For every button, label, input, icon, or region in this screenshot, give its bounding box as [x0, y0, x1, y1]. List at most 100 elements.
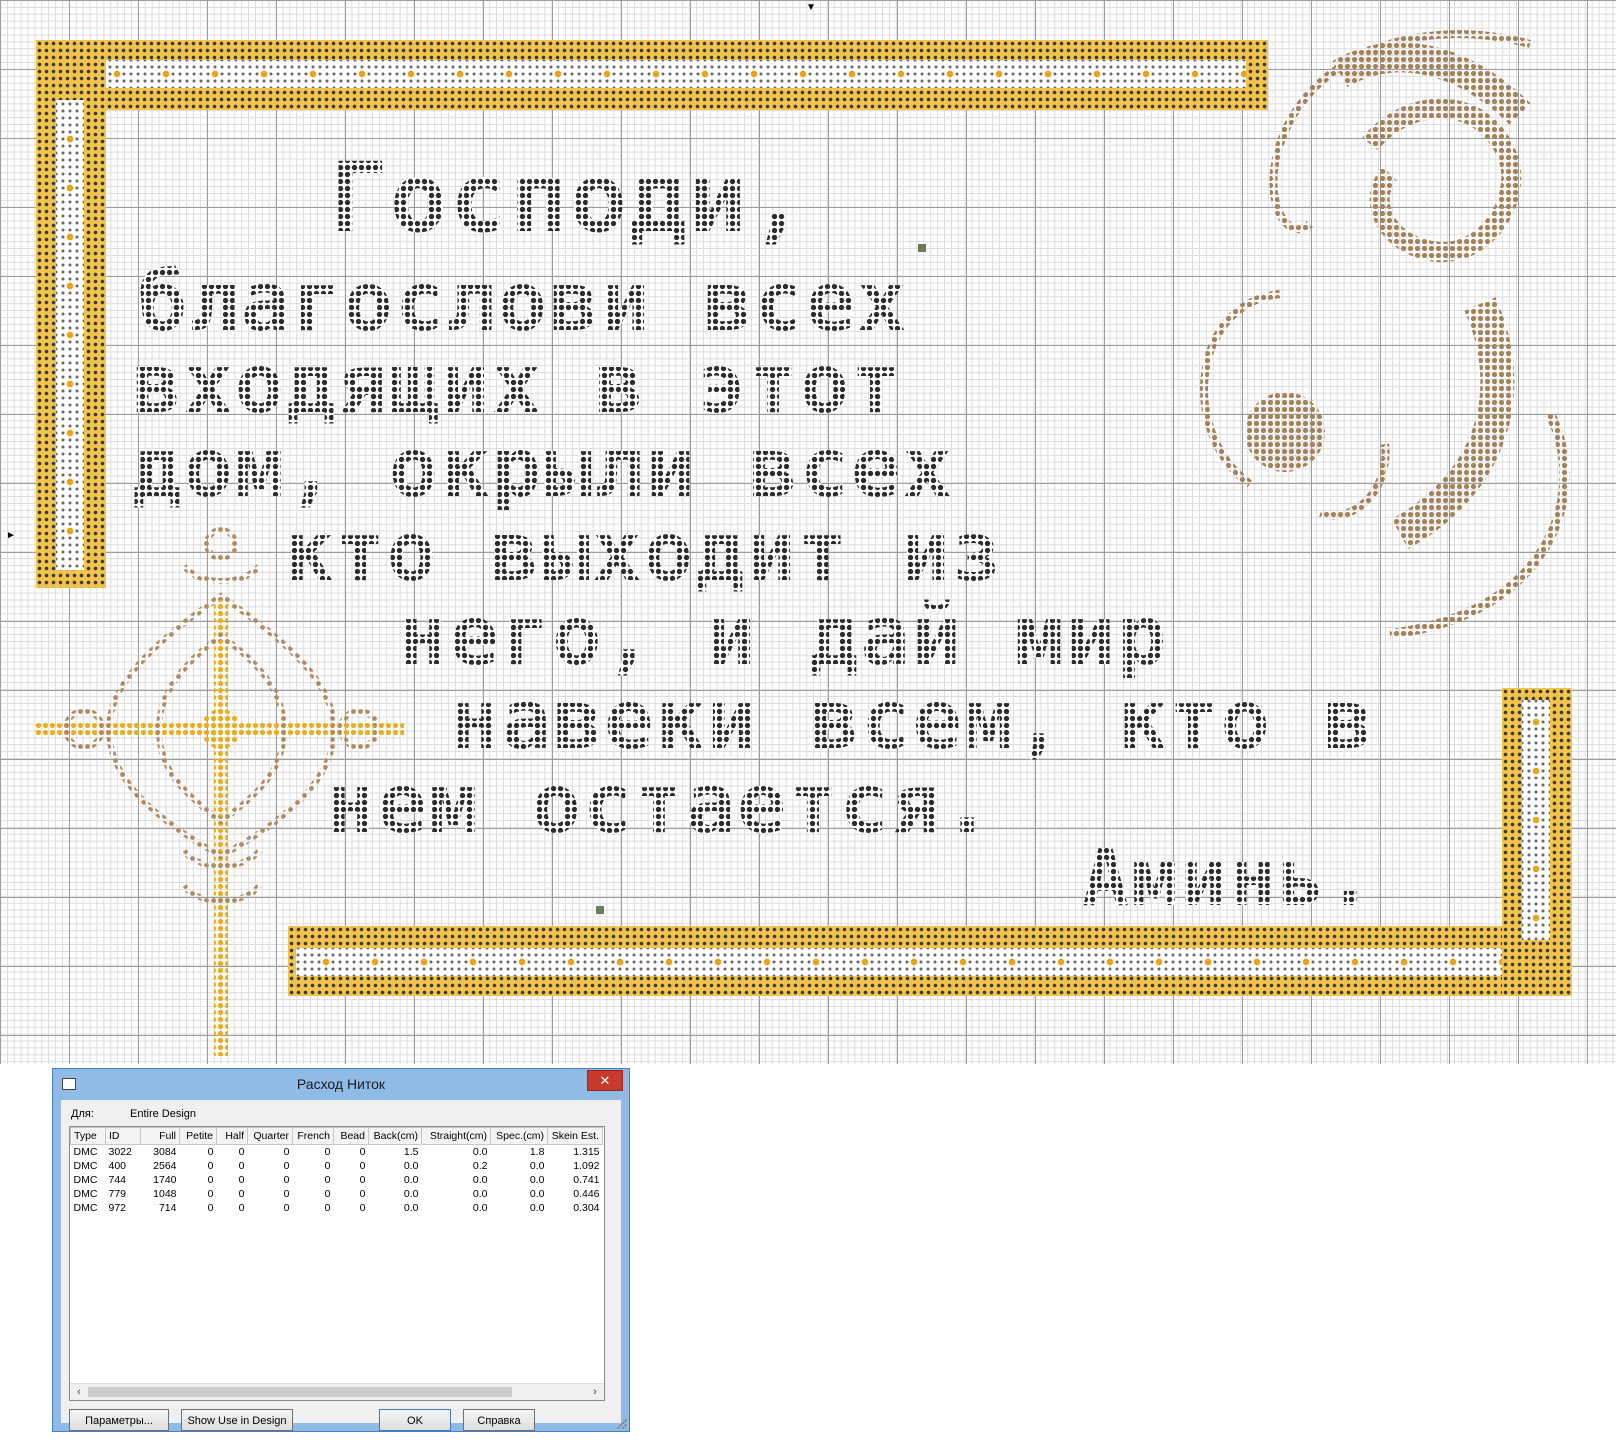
- column-header-quarter[interactable]: Quarter: [247, 1127, 293, 1145]
- cell-straight: 0.0: [472, 1146, 488, 1158]
- cell-french: 0: [324, 1174, 331, 1186]
- cell-petite: 0: [207, 1202, 214, 1214]
- border-top-chain: [66, 60, 1246, 88]
- cell-petite: 0: [207, 1174, 214, 1186]
- table-row[interactable]: DMC 972 714 0 0 0 0 0 0.0 0.0 0.0 0.304: [71, 1201, 603, 1215]
- motto-line-6: него, и дай мир: [398, 589, 1169, 684]
- cell-type: DMC: [73, 1160, 98, 1172]
- cell-bead: 0: [359, 1146, 366, 1158]
- cell-id: 744: [108, 1174, 127, 1186]
- close-button[interactable]: ✕: [587, 1070, 623, 1091]
- cell-half: 0: [238, 1146, 245, 1158]
- scope-value: Entire Design: [130, 1108, 197, 1120]
- column-header-id[interactable]: ID: [105, 1127, 141, 1145]
- cell-french: 0: [324, 1188, 331, 1200]
- column-header-french[interactable]: French: [292, 1127, 334, 1145]
- cell-bead: 0: [359, 1202, 366, 1214]
- column-header-petite[interactable]: Petite: [179, 1127, 217, 1145]
- cell-petite: 0: [207, 1146, 214, 1158]
- resize-grip-icon[interactable]: [617, 1419, 627, 1429]
- cell-full: 1740: [153, 1174, 177, 1186]
- cell-spec: 0.0: [529, 1202, 545, 1214]
- cell-bead: 0: [359, 1188, 366, 1200]
- cell-full: 3084: [153, 1146, 177, 1158]
- cell-id: 779: [108, 1188, 127, 1200]
- motto-line-2: благослови всех: [138, 255, 909, 350]
- cell-french: 0: [324, 1202, 331, 1214]
- column-header-straight[interactable]: Straight(cm): [421, 1127, 491, 1145]
- column-header-full[interactable]: Full: [140, 1127, 180, 1145]
- ornamental-cross: [34, 527, 404, 1056]
- motto-line-8: нем остается.: [326, 757, 994, 852]
- cell-straight: 0.0: [472, 1188, 488, 1200]
- cell-skein-est: 1.315: [573, 1146, 600, 1158]
- cell-back: 0.0: [403, 1188, 419, 1200]
- column-header-bead[interactable]: Bead: [333, 1127, 369, 1145]
- scroll-right-arrow-icon[interactable]: ›: [588, 1385, 602, 1399]
- thread-usage-table: Type ID Full Petite Half Quarter French …: [70, 1127, 603, 1215]
- help-button[interactable]: Справка: [463, 1409, 535, 1431]
- table-row[interactable]: DMC 400 2564 0 0 0 0 0 0.0 0.2 0.0 1.092: [71, 1159, 603, 1173]
- cell-back: 1.5: [403, 1146, 419, 1158]
- cell-quarter: 0: [283, 1174, 290, 1186]
- ok-button[interactable]: OK: [379, 1409, 451, 1431]
- motto-line-3: входящих в этот: [132, 337, 903, 432]
- cell-half: 0: [238, 1202, 245, 1214]
- cell-skein-est: 0.741: [573, 1174, 600, 1186]
- cell-back: 0.0: [403, 1160, 419, 1172]
- cell-back: 0.0: [403, 1202, 419, 1214]
- cell-full: 714: [158, 1202, 177, 1214]
- table-header-row: Type ID Full Petite Half Quarter French …: [70, 1127, 603, 1145]
- cell-spec: 0.0: [529, 1188, 545, 1200]
- cell-spec: 0.0: [529, 1160, 545, 1172]
- cell-type: DMC: [73, 1146, 98, 1158]
- table-row[interactable]: DMC 744 1740 0 0 0 0 0 0.0 0.0 0.0 0.741: [71, 1173, 603, 1187]
- column-header-half[interactable]: Half: [216, 1127, 248, 1145]
- scroll-left-arrow-icon[interactable]: ‹: [72, 1385, 86, 1399]
- cell-id: 400: [108, 1160, 127, 1172]
- column-header-back[interactable]: Back(cm): [368, 1127, 422, 1145]
- swirl-ornament: [1200, 30, 1570, 639]
- cell-type: DMC: [73, 1202, 98, 1214]
- cell-id: 3022: [108, 1146, 132, 1158]
- column-header-skein-est[interactable]: Skein Est.: [547, 1127, 603, 1145]
- thread-usage-dialog: Расход Ниток ✕ Для: Entire Design Type I…: [52, 1068, 630, 1432]
- stray-stitch: [596, 906, 604, 914]
- dialog-body: Для: Entire Design Type ID Full Petite H…: [61, 1100, 621, 1431]
- column-header-spec[interactable]: Spec.(cm): [490, 1127, 548, 1145]
- cell-straight: 0.2: [472, 1160, 488, 1172]
- cell-skein-est: 0.304: [573, 1202, 600, 1214]
- cell-straight: 0.0: [472, 1174, 488, 1186]
- top-edge-marker: ▼: [806, 2, 816, 13]
- cell-petite: 0: [207, 1188, 214, 1200]
- border-left-chain: [56, 100, 84, 570]
- cell-skein-est: 0.446: [573, 1188, 600, 1200]
- cell-quarter: 0: [283, 1146, 290, 1158]
- table-row[interactable]: DMC 3022 3084 0 0 0 0 0 1.5 0.0 1.8 1.31…: [71, 1145, 603, 1160]
- border-right-chain: [1522, 700, 1550, 940]
- cell-french: 0: [324, 1146, 331, 1158]
- cell-full: 1048: [153, 1188, 177, 1200]
- scope-label: Для:: [71, 1108, 94, 1120]
- cell-half: 0: [238, 1188, 245, 1200]
- parameters-button[interactable]: Параметры...: [69, 1409, 169, 1431]
- cell-bead: 0: [359, 1174, 366, 1186]
- dialog-titlebar[interactable]: Расход Ниток ✕: [53, 1069, 629, 1099]
- cell-quarter: 0: [283, 1160, 290, 1172]
- border-bottom-chain: [296, 948, 1532, 976]
- left-edge-marker: ►: [6, 530, 16, 541]
- show-use-in-design-button[interactable]: Show Use in Design: [181, 1409, 293, 1431]
- motto-line-7: навеки всем, кто в: [450, 673, 1375, 768]
- scrollbar-thumb[interactable]: [88, 1387, 512, 1397]
- cell-half: 0: [238, 1160, 245, 1172]
- column-header-type[interactable]: Type: [70, 1127, 106, 1145]
- motto-line-4: дом, окрыли всех: [132, 421, 954, 516]
- cell-petite: 0: [207, 1160, 214, 1172]
- thread-usage-list[interactable]: Type ID Full Petite Half Quarter French …: [69, 1126, 605, 1401]
- horizontal-scrollbar[interactable]: ‹ ›: [70, 1383, 604, 1400]
- cell-type: DMC: [73, 1174, 98, 1186]
- table-row[interactable]: DMC 779 1048 0 0 0 0 0 0.0 0.0 0.0 0.446: [71, 1187, 603, 1201]
- cell-id: 972: [108, 1202, 127, 1214]
- pattern-canvas[interactable]: Господи, благослови всех входящих в этот…: [0, 0, 1616, 1064]
- motto-line-9: Аминь.: [1082, 834, 1376, 924]
